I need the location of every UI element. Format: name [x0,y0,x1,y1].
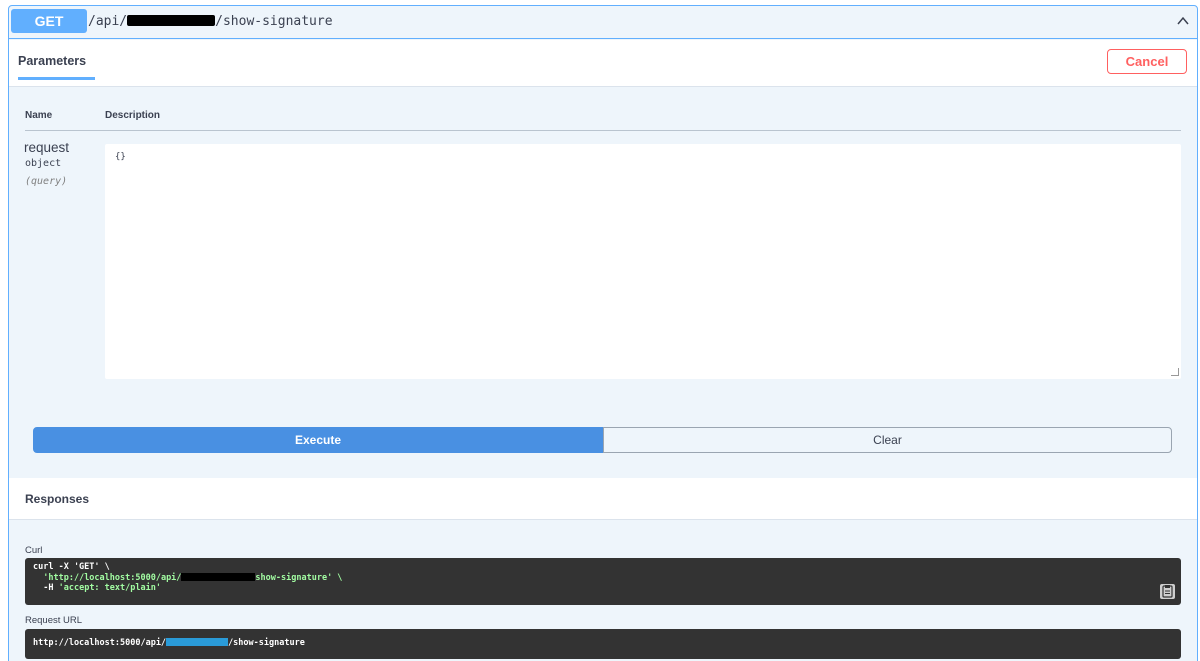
responses-header: Responses [9,478,1197,520]
responses-title: Responses [25,492,90,506]
curl-code-block[interactable]: curl -X 'GET' \ 'http://localhost:5000/a… [25,558,1181,605]
curl-header-value: 'accept: text/plain' [58,583,161,593]
curl-label: Curl [25,545,43,556]
curl-line-2: 'http://localhost:5000/api/show-signatur… [33,572,1173,584]
curl-line-1: curl -X 'GET' \ [33,562,110,572]
redacted-segment [127,15,216,26]
column-header-description: Description [105,110,161,121]
curl-header-flag: -H [43,583,59,593]
request-url-prefix: http://localhost:5000/api/ [33,638,167,648]
request-url-label: Request URL [25,615,83,626]
copy-to-clipboard-icon[interactable] [1160,584,1175,599]
tab-underline [18,77,95,80]
curl-url-suffix: show-signature' \ [255,572,343,583]
operation-summary[interactable]: GET /api/ /show-signature [9,6,1197,39]
divider [25,130,1181,131]
operation-block: GET /api/ /show-signature Parameters Canc… [8,5,1198,661]
chevron-up-icon[interactable] [1175,14,1191,30]
execute-button[interactable]: Execute [33,427,603,453]
path-prefix: /api/ [88,14,128,29]
parameters-header: Parameters Cancel [9,40,1197,87]
tab-parameters[interactable]: Parameters [18,54,86,68]
request-param-textarea[interactable]: {} [105,144,1181,379]
redacted-segment [181,572,256,581]
param-location: (query) [25,176,68,187]
clear-button[interactable]: Clear [603,427,1172,453]
param-name: request [24,140,70,155]
method-badge: GET [11,9,87,33]
curl-line-3: -H 'accept: text/plain' [33,583,1173,594]
cancel-button[interactable]: Cancel [1107,49,1187,74]
curl-url-prefix: 'http://localhost:5000/api/ [43,572,182,583]
resize-handle-icon[interactable] [1171,368,1179,376]
request-url-suffix: /show-signature [228,638,305,648]
column-header-name: Name [25,110,53,121]
endpoint-path: /api/ /show-signature [88,14,333,29]
path-suffix: /show-signature [215,14,333,29]
request-url-block[interactable]: http://localhost:5000/api/ /show-signatur… [25,629,1181,659]
param-type: object [25,158,62,169]
redacted-segment [166,638,229,646]
execute-button-group: Execute Clear [33,427,1172,453]
